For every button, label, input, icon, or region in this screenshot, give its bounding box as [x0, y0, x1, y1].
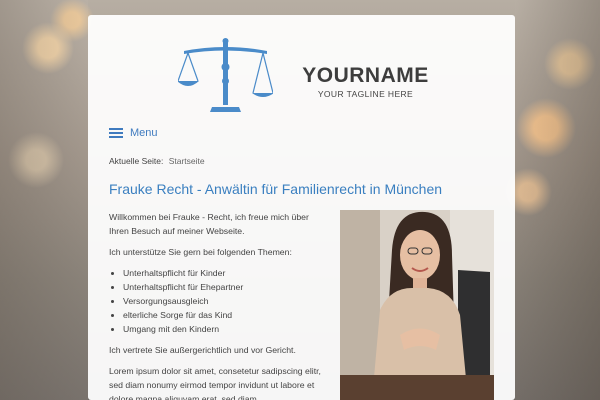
- intro-paragraph: Willkommen bei Frauke - Recht, ich freue…: [109, 212, 309, 236]
- list-item: Umgang mit den Kindern: [123, 322, 324, 336]
- brand-tagline: YOUR TAGLINE HERE: [317, 89, 414, 99]
- menu-label: Menu: [130, 127, 158, 139]
- main-content: Willkommen bei Frauke - Recht, ich freue…: [109, 210, 324, 400]
- breadcrumb: Aktuelle Seite: Startseite: [109, 156, 205, 166]
- brand-block: YOURNAME YOUR TAGLINE HERE: [298, 64, 433, 100]
- menu-button[interactable]: Menu: [109, 127, 158, 139]
- list-item: Versorgungsausgleich: [123, 294, 324, 308]
- list-item: Unterhaltspflicht für Kinder: [123, 266, 324, 280]
- list-item: elterliche Sorge für das Kind: [123, 308, 324, 322]
- topics-list: Unterhaltspflicht für Kinder Unterhaltsp…: [109, 266, 324, 336]
- scales-of-justice-icon: [178, 38, 273, 112]
- breadcrumb-link-home[interactable]: Startseite: [169, 156, 205, 166]
- lawyer-portrait-image: [340, 210, 494, 400]
- lorem-paragraph: Lorem ipsum dolor sit amet, consetetur s…: [109, 366, 321, 400]
- page-title: Frauke Recht - Anwältin für Familienrech…: [109, 181, 443, 197]
- background-left: [0, 0, 88, 400]
- brand-name: YOURNAME: [302, 64, 429, 87]
- background-right: [515, 0, 600, 400]
- page-container: YOURNAME YOUR TAGLINE HERE Menu Aktuelle…: [88, 15, 515, 400]
- breadcrumb-prefix: Aktuelle Seite:: [109, 156, 164, 166]
- representation-paragraph: Ich vertrete Sie außergerichtlich und vo…: [109, 345, 296, 355]
- list-item: Unterhaltspflicht für Ehepartner: [123, 280, 324, 294]
- hamburger-icon: [109, 128, 123, 138]
- topics-intro: Ich unterstütze Sie gern bei folgenden T…: [109, 247, 292, 257]
